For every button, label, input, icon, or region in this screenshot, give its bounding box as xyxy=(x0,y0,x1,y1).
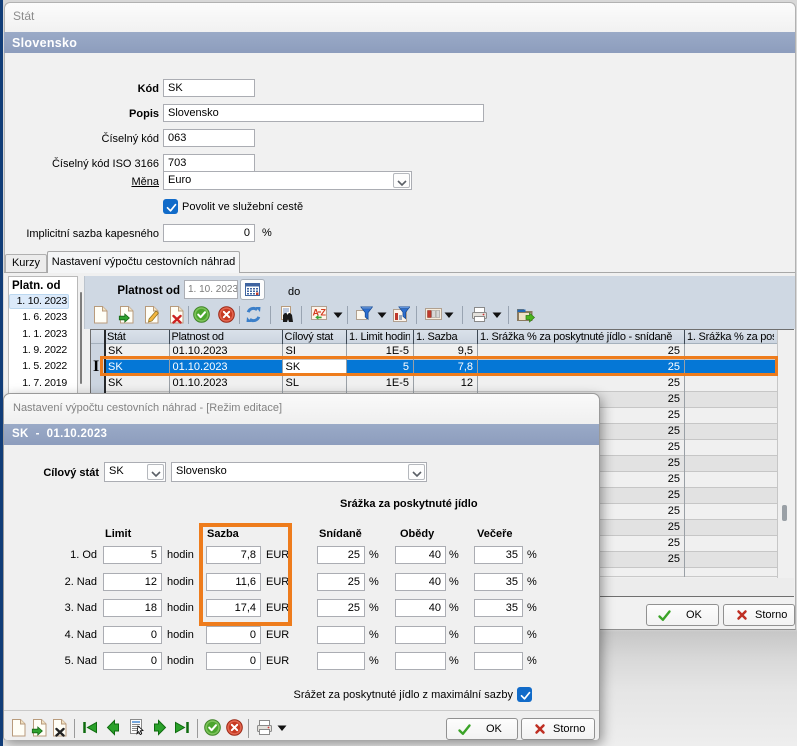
svg-text:Z: Z xyxy=(321,308,327,318)
